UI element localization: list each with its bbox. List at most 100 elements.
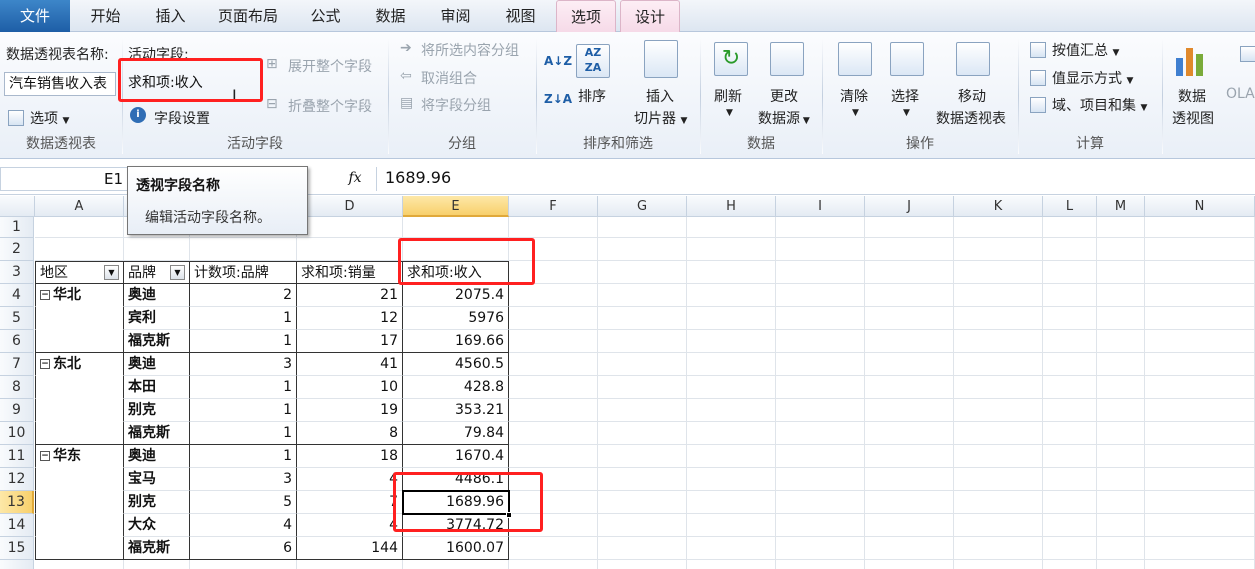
grid-cell[interactable] [1043, 399, 1097, 422]
grid-cell[interactable] [954, 537, 1043, 560]
pivot-cell-income[interactable]: 1600.07 [403, 537, 509, 560]
pivot-header-qty[interactable]: 求和项:销量 [297, 261, 403, 284]
formula-input[interactable]: 1689.96 [376, 167, 1255, 191]
pivot-cell-count[interactable]: 1 [190, 399, 297, 422]
grid-cell[interactable] [509, 468, 598, 491]
grid-cell[interactable] [403, 238, 509, 261]
grid-cell[interactable] [865, 491, 954, 514]
grid-cell[interactable] [954, 399, 1043, 422]
select-button[interactable]: 选择 [891, 86, 919, 106]
pivot-cell-qty[interactable]: 4 [297, 514, 403, 537]
grid-cell[interactable] [865, 560, 954, 569]
grid-cell[interactable] [598, 468, 687, 491]
grid-cell[interactable] [954, 284, 1043, 307]
grid-cell[interactable] [1043, 445, 1097, 468]
column-header-h[interactable]: H [687, 196, 776, 217]
grid-cell[interactable] [1097, 468, 1145, 491]
row-header[interactable]: 13 [0, 491, 34, 514]
grid-cell[interactable] [776, 537, 865, 560]
pivot-cell-brand[interactable]: 别克 [124, 399, 190, 422]
grid-cell[interactable] [865, 514, 954, 537]
grid-cell[interactable] [1043, 330, 1097, 353]
row-header[interactable]: 10 [0, 422, 34, 445]
grid-cell[interactable] [124, 560, 190, 569]
pivot-cell-region[interactable] [35, 330, 124, 353]
grid-cell[interactable] [509, 330, 598, 353]
column-header-l[interactable]: L [1043, 196, 1097, 217]
pivot-cell-count[interactable]: 1 [190, 376, 297, 399]
pivot-cell-region[interactable]: − 东北 [35, 353, 124, 376]
pivot-cell-region[interactable] [35, 537, 124, 560]
grid-cell[interactable] [1145, 422, 1255, 445]
pivot-cell-count[interactable]: 1 [190, 330, 297, 353]
grid-cell[interactable] [687, 238, 776, 261]
grid-cell[interactable] [1043, 261, 1097, 284]
grid-cell[interactable] [687, 491, 776, 514]
grid-cell[interactable] [598, 491, 687, 514]
column-header-e[interactable]: E [403, 196, 509, 217]
insert-slicer-button[interactable]: 切片器 ▼ [634, 108, 687, 128]
pivot-cell-brand[interactable]: 福克斯 [124, 537, 190, 560]
pivot-cell-region[interactable] [35, 468, 124, 491]
pivot-cell-region[interactable] [35, 376, 124, 399]
filter-dropdown-icon[interactable]: ▼ [104, 265, 119, 280]
grid-cell[interactable] [776, 422, 865, 445]
grid-cell[interactable] [1145, 284, 1255, 307]
pivot-cell-income[interactable]: 428.8 [403, 376, 509, 399]
grid-cell[interactable] [776, 353, 865, 376]
grid-cell[interactable] [954, 307, 1043, 330]
pivot-cell-income[interactable]: 2075.4 [403, 284, 509, 307]
grid-cell[interactable] [598, 307, 687, 330]
grid-cell[interactable] [1043, 376, 1097, 399]
pivot-cell-brand[interactable]: 宝马 [124, 468, 190, 491]
fill-handle[interactable] [506, 512, 512, 518]
grid-cell[interactable] [1097, 537, 1145, 560]
grid-cell[interactable] [1097, 560, 1145, 569]
dropdown-arrow-icon[interactable]: ▼ [903, 108, 910, 118]
pivot-cell-qty[interactable]: 17 [297, 330, 403, 353]
grid-cell[interactable] [1145, 491, 1255, 514]
pivot-header-income[interactable]: 求和项:收入 [403, 261, 509, 284]
group-selection-button[interactable]: 将所选内容分组 [421, 40, 519, 60]
grid-cell[interactable] [687, 353, 776, 376]
pivot-cell-qty[interactable]: 41 [297, 353, 403, 376]
pivot-cell-qty[interactable]: 21 [297, 284, 403, 307]
collapse-icon[interactable]: − [40, 290, 50, 300]
pivot-cell-count[interactable]: 5 [190, 491, 297, 514]
grid-cell[interactable] [865, 445, 954, 468]
grid-cell[interactable] [297, 560, 403, 569]
grid-cell[interactable] [1043, 560, 1097, 569]
row-header[interactable]: 7 [0, 353, 34, 376]
pivot-cell-qty[interactable]: 18 [297, 445, 403, 468]
column-header-j[interactable]: J [865, 196, 954, 217]
pivot-cell-brand[interactable]: 大众 [124, 514, 190, 537]
pivot-cell-count[interactable]: 6 [190, 537, 297, 560]
row-header[interactable]: 8 [0, 376, 34, 399]
grid-cell[interactable] [598, 376, 687, 399]
grid-cell[interactable] [954, 422, 1043, 445]
clear-button[interactable]: 清除 [840, 86, 868, 106]
grid-cell[interactable] [598, 422, 687, 445]
tab-home[interactable]: 开始 [78, 0, 133, 32]
grid-cell[interactable] [509, 238, 598, 261]
grid-cell[interactable] [1145, 217, 1255, 238]
sort-az-icon[interactable]: A↓Z [544, 54, 572, 68]
grid-cell[interactable] [954, 468, 1043, 491]
field-settings-button[interactable]: 字段设置 [154, 108, 210, 128]
grid-cell[interactable] [865, 376, 954, 399]
grid-cell[interactable] [1097, 238, 1145, 261]
grid-cell[interactable] [509, 307, 598, 330]
grid-cell[interactable] [1043, 514, 1097, 537]
tab-file[interactable]: 文件 [0, 0, 70, 32]
row-header[interactable]: 15 [0, 537, 34, 560]
grid-cell[interactable] [1145, 330, 1255, 353]
tab-data[interactable]: 数据 [363, 0, 418, 32]
active-field-input[interactable]: 求和项:收入 [124, 72, 260, 96]
pivot-cell-count[interactable]: 3 [190, 468, 297, 491]
pivot-cell-region[interactable] [35, 422, 124, 445]
grid-cell[interactable] [1043, 491, 1097, 514]
pivot-cell-qty[interactable]: 8 [297, 422, 403, 445]
grid-cell[interactable] [1097, 422, 1145, 445]
row-header[interactable]: 12 [0, 468, 34, 491]
grid-cell[interactable] [954, 261, 1043, 284]
